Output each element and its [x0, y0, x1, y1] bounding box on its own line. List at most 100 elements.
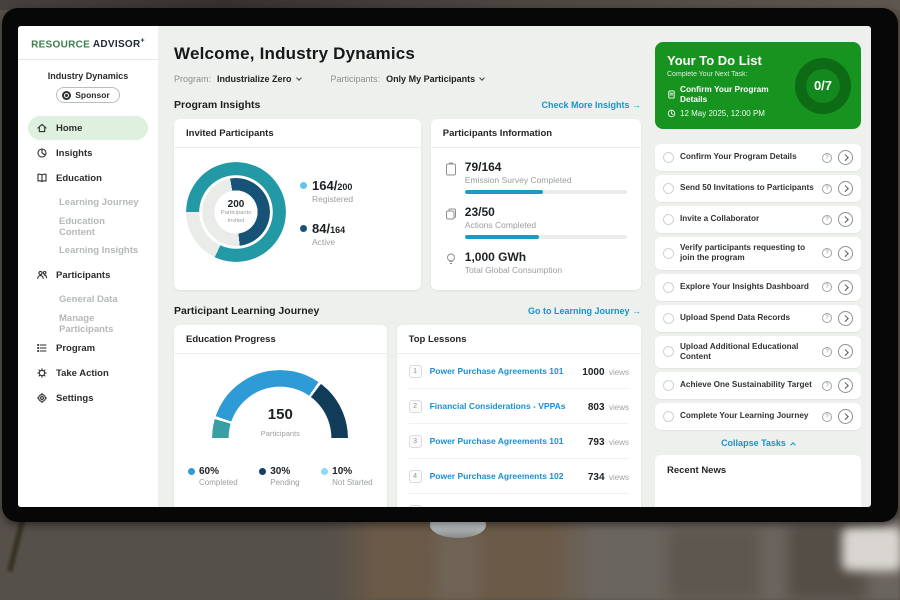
card-title: Top Lessons [397, 325, 641, 354]
task-chevron-button[interactable] [838, 344, 853, 359]
lesson-row: 3 Power Purchase Agreements 101 793 view… [409, 424, 629, 459]
sidebar-item-program[interactable]: Program [28, 336, 148, 360]
lesson-rank: 1 [409, 365, 422, 378]
legend-dot [300, 225, 307, 232]
task-checkbox[interactable] [663, 248, 674, 259]
help-icon[interactable] [822, 381, 832, 391]
collapse-tasks-link[interactable]: Collapse Tasks [655, 438, 861, 448]
check-more-insights-link[interactable]: Check More Insights [541, 100, 641, 110]
program-insights-heading: Program Insights [174, 99, 260, 111]
sponsor-label: Sponsor [75, 90, 109, 100]
program-icon [36, 342, 48, 354]
participants-select[interactable]: Only My Participants [386, 74, 484, 84]
sidebar-item-education[interactable]: Education [28, 166, 148, 190]
invited-donut-chart: 200 Participants Invited [186, 162, 286, 262]
task-row[interactable]: Verify participants requesting to join t… [655, 237, 861, 270]
invited-participants-card: Invited Participants 200 Participants In… [174, 119, 421, 290]
task-checkbox[interactable] [663, 282, 674, 293]
legend-active: 84/164 Active [300, 221, 353, 247]
task-chevron-button[interactable] [838, 311, 853, 326]
help-icon[interactable] [822, 184, 832, 194]
document-icon [667, 90, 676, 99]
sidebar-item-learning-journey[interactable]: Learning Journey [28, 191, 148, 214]
lesson-link[interactable]: Power Purchase Agreements 102 [430, 471, 580, 481]
monitor-frame: RESOURCE ADVISOR+ Industry Dynamics Spon… [2, 8, 898, 522]
task-row[interactable]: Complete Your Learning Journey [655, 403, 861, 430]
lesson-link[interactable]: Financial Considerations - VPPAs [430, 401, 580, 411]
monitor-stand-column [436, 534, 480, 600]
task-row[interactable]: Explore Your Insights Dashboard [655, 274, 861, 301]
participants-information-card: Participants Information 79/164 Emission… [431, 119, 641, 290]
task-row[interactable]: Invite a Collaborator [655, 206, 861, 233]
lesson-rank: 2 [409, 400, 422, 413]
card-title: Education Progress [174, 325, 387, 354]
program-select[interactable]: Industrialize Zero [217, 74, 301, 84]
sidebar-item-manage-participants[interactable]: Manage Participants [28, 312, 148, 335]
help-icon[interactable] [822, 215, 832, 225]
task-row[interactable]: Upload Spend Data Records [655, 305, 861, 332]
task-row[interactable]: Confirm Your Program Details [655, 144, 861, 171]
participants-icon [36, 269, 48, 281]
sidebar-item-settings[interactable]: Settings [28, 386, 148, 410]
top-lessons-card: Top Lessons 1 Power Purchase Agreements … [397, 325, 641, 507]
education-icon [36, 172, 48, 184]
card-title: Invited Participants [174, 119, 421, 148]
task-checkbox[interactable] [663, 214, 674, 225]
actions-completed-stat: 23/50 Actions Completed [445, 205, 627, 239]
help-icon[interactable] [822, 153, 832, 163]
help-icon[interactable] [822, 412, 832, 422]
help-icon[interactable] [822, 347, 832, 357]
sidebar: RESOURCE ADVISOR+ Industry Dynamics Spon… [18, 26, 158, 507]
sidebar-item-education-content[interactable]: Education Content [28, 215, 148, 238]
task-checkbox[interactable] [663, 183, 674, 194]
task-checkbox[interactable] [663, 346, 674, 357]
sponsor-badge[interactable]: Sponsor [56, 87, 119, 103]
recent-news-card: Recent News [655, 455, 861, 507]
task-chevron-button[interactable] [838, 246, 853, 261]
task-chevron-button[interactable] [838, 150, 853, 165]
todo-progress-ring: 0/7 [795, 58, 851, 114]
help-icon[interactable] [822, 248, 832, 258]
background-shadow-band [668, 528, 760, 600]
sidebar-item-participants[interactable]: Participants [28, 263, 148, 287]
lesson-link[interactable]: Power Purchase Agreements 101 [430, 436, 580, 446]
lesson-row: 1 Power Purchase Agreements 101 1000 vie… [409, 354, 629, 389]
go-to-learning-journey-link[interactable]: Go to Learning Journey [528, 306, 641, 316]
page-title: Welcome, Industry Dynamics [174, 44, 641, 64]
task-checkbox[interactable] [663, 152, 674, 163]
task-checkbox[interactable] [663, 313, 674, 324]
task-row[interactable]: Send 50 Invitations to Participants [655, 175, 861, 202]
clipboard-icon [445, 162, 457, 176]
task-chevron-button[interactable] [838, 378, 853, 393]
task-chevron-button[interactable] [838, 212, 853, 227]
lesson-link[interactable]: Power Purchase Agreements 101 [430, 366, 575, 376]
take-action-icon [36, 367, 48, 379]
task-chevron-button[interactable] [838, 280, 853, 295]
chevron-up-icon [790, 442, 796, 448]
task-row[interactable]: Achieve One Sustainability Target [655, 372, 861, 399]
lesson-row: 5 Power Purchase Agreements 103 600 view… [409, 494, 629, 507]
gauge-value: 150 [212, 406, 348, 423]
legend-dot [259, 468, 266, 475]
sidebar-item-insights[interactable]: Insights [28, 141, 148, 165]
main-content: Welcome, Industry Dynamics Program: Indus… [158, 26, 653, 507]
help-icon[interactable] [822, 282, 832, 292]
task-chevron-button[interactable] [838, 409, 853, 424]
education-progress-card: Education Progress 150 Participants 60% … [174, 325, 387, 507]
task-chevron-button[interactable] [838, 181, 853, 196]
legend-dot [300, 182, 307, 189]
sidebar-item-general-data[interactable]: General Data [28, 288, 148, 311]
lesson-link[interactable]: Power Purchase Agreements 103 [430, 506, 580, 507]
sidebar-item-take-action[interactable]: Take Action [28, 361, 148, 385]
help-icon[interactable] [822, 313, 832, 323]
task-checkbox[interactable] [663, 380, 674, 391]
task-row[interactable]: Upload Additional Educational Content [655, 336, 861, 369]
legend-dot [321, 468, 328, 475]
sidebar-item-learning-insights[interactable]: Learning Insights [28, 239, 148, 262]
learning-journey-heading: Participant Learning Journey [174, 305, 319, 317]
lesson-rank: 3 [409, 435, 422, 448]
program-filter-label: Program: [174, 74, 211, 84]
sidebar-item-home[interactable]: Home [28, 116, 148, 140]
task-checkbox[interactable] [663, 411, 674, 422]
app-logo: RESOURCE ADVISOR+ [18, 38, 158, 60]
